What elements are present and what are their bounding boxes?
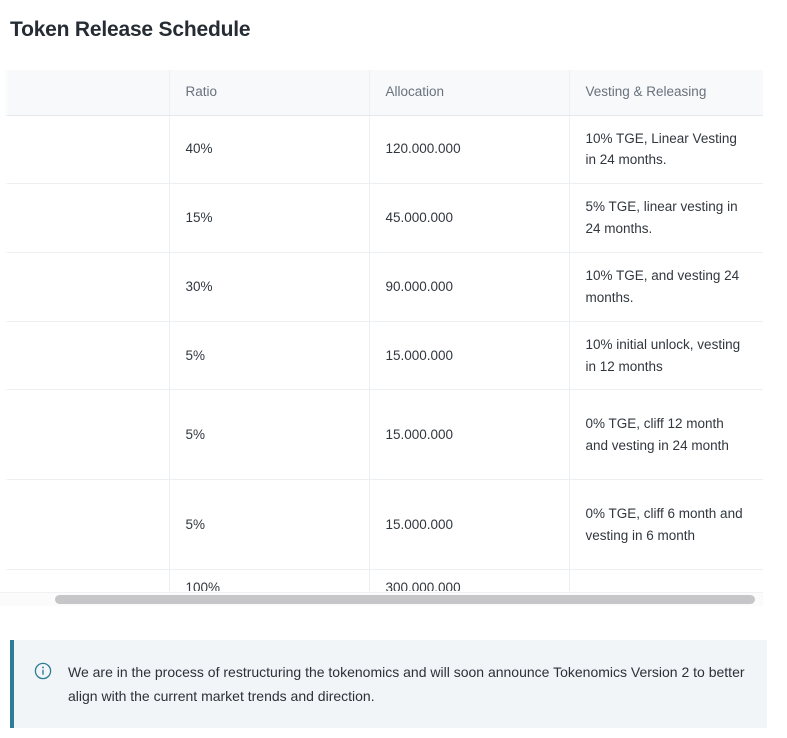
tokenomics-info-callout: We are in the process of restructuring t… — [10, 640, 767, 728]
cell-total-name: al — [0, 570, 169, 591]
table-right-edge-mask — [763, 70, 787, 591]
cell-ratio: 5% — [169, 390, 369, 480]
table-row: mmunity 30% 90.000.000 10% TGE, and vest… — [0, 252, 763, 321]
table-row: uidity 5% 15.000.000 10% initial unlock,… — [0, 321, 763, 390]
cell-allocation: 15.000.000 — [369, 321, 569, 390]
table-row: m 5% 15.000.000 0% TGE, cliff 12 month a… — [0, 390, 763, 480]
cell-name: keting — [0, 184, 169, 253]
cell-allocation: 90.000.000 — [369, 252, 569, 321]
cell-vesting: 0% TGE, cliff 12 month and vesting in 24… — [569, 390, 763, 480]
cell-name: m — [0, 390, 169, 480]
token-release-table: t Ratio Allocation Vesting & Releasing s… — [0, 70, 763, 591]
column-header-allocation[interactable]: Allocation — [369, 70, 569, 115]
cell-name: erved — [0, 480, 169, 570]
cell-ratio: 15% — [169, 184, 369, 253]
cell-allocation: 45.000.000 — [369, 184, 569, 253]
horizontal-scrollbar-thumb[interactable] — [55, 595, 755, 604]
cell-vesting: 0% TGE, cliff 6 month and vesting in 6 m… — [569, 480, 763, 570]
cell-total-allocation: 300.000.000 — [369, 570, 569, 591]
cell-vesting: 10% initial unlock, vesting in 12 months — [569, 321, 763, 390]
column-header-name[interactable]: t — [0, 70, 169, 115]
table-row: erved 5% 15.000.000 0% TGE, cliff 6 mont… — [0, 480, 763, 570]
cell-vesting: 5% TGE, linear vesting in 24 months. — [569, 184, 763, 253]
table-header-row: t Ratio Allocation Vesting & Releasing — [0, 70, 763, 115]
cell-allocation: 15.000.000 — [369, 390, 569, 480]
cell-vesting: 10% TGE, Linear Vesting in 24 months. — [569, 115, 763, 184]
table-total-row: al 100% 300.000.000 — [0, 570, 763, 591]
page-title: Token Release Schedule — [10, 18, 250, 42]
token-table-scroll-container[interactable]: t Ratio Allocation Vesting & Releasing s… — [0, 70, 763, 591]
cell-name: system Fund — [0, 115, 169, 184]
cell-total-ratio: 100% — [169, 570, 369, 591]
cell-name: uidity — [0, 321, 169, 390]
token-release-schedule-page: Token Release Schedule t Ratio Allocatio… — [0, 0, 787, 738]
table-row: system Fund 40% 120.000.000 10% TGE, Lin… — [0, 115, 763, 184]
cell-ratio: 30% — [169, 252, 369, 321]
cell-name: mmunity — [0, 252, 169, 321]
callout-message: We are in the process of restructuring t… — [68, 660, 749, 708]
table-body: system Fund 40% 120.000.000 10% TGE, Lin… — [0, 115, 763, 591]
cell-allocation: 120.000.000 — [369, 115, 569, 184]
cell-vesting: 10% TGE, and vesting 24 months. — [569, 252, 763, 321]
cell-allocation: 15.000.000 — [369, 480, 569, 570]
cell-ratio: 5% — [169, 321, 369, 390]
info-circle-icon — [34, 662, 52, 680]
cell-total-vesting — [569, 570, 763, 591]
table-header: t Ratio Allocation Vesting & Releasing — [0, 70, 763, 115]
cell-ratio: 40% — [169, 115, 369, 184]
column-header-vesting[interactable]: Vesting & Releasing — [569, 70, 763, 115]
column-header-ratio[interactable]: Ratio — [169, 70, 369, 115]
token-table-inner: t Ratio Allocation Vesting & Releasing s… — [0, 70, 763, 591]
cell-ratio: 5% — [169, 480, 369, 570]
table-row: keting 15% 45.000.000 5% TGE, linear ves… — [0, 184, 763, 253]
